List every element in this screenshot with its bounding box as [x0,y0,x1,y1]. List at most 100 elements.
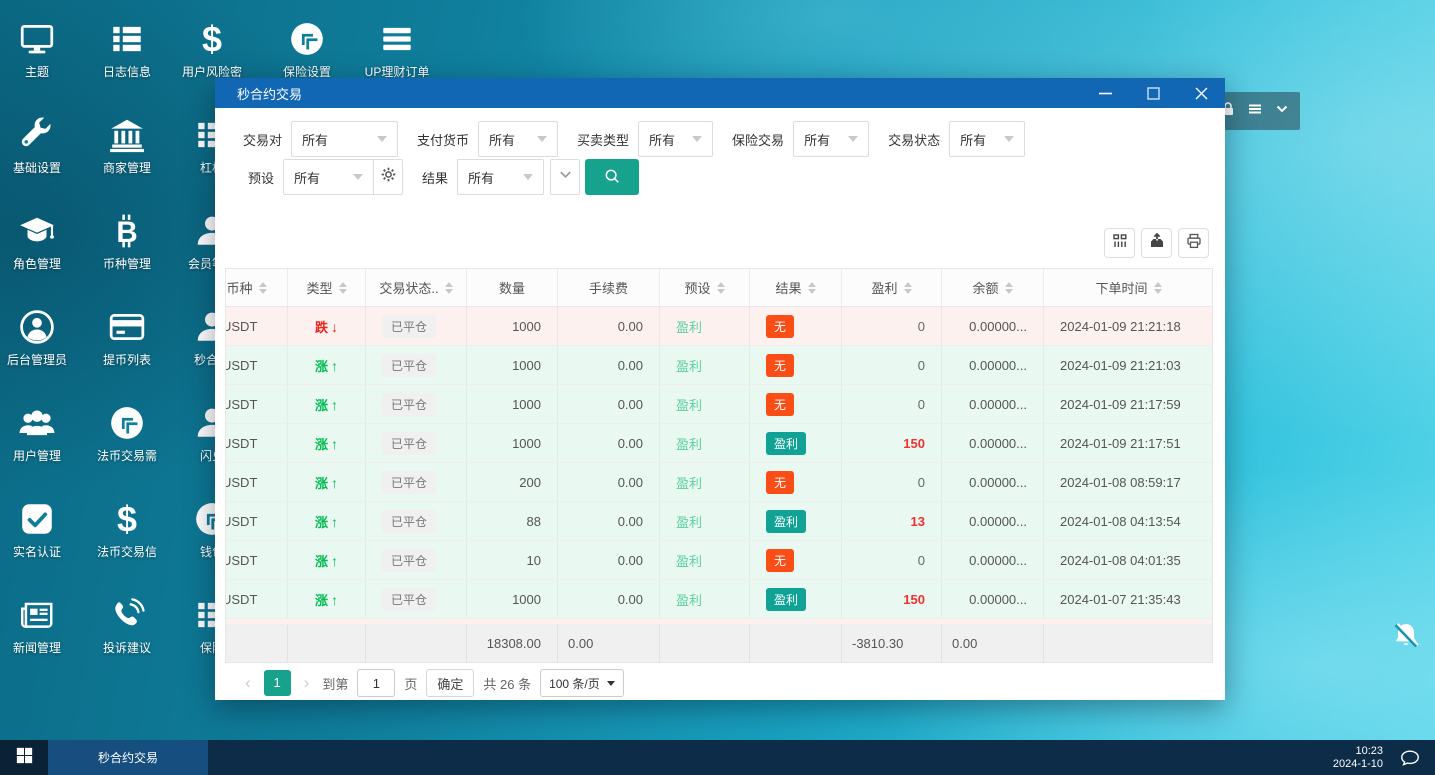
column-header-status[interactable]: 交易状态.. [366,269,467,306]
desktop-icon-法币交易信[interactable]: $ 法币交易信 [83,500,171,560]
desktop-icon-用户管理[interactable]: 用户管理 [0,404,81,464]
brand-circle-icon [108,404,146,442]
cell-time: 2024-01-09 21:17:51 [1044,424,1212,462]
search-button[interactable] [585,159,640,195]
desktop-icon-角色管理[interactable]: 角色管理 [0,212,81,272]
desktop-icon-label: 用户管理 [12,449,61,463]
close-button[interactable] [1177,78,1225,108]
filter-trade-pair: 交易对 所有 [243,121,399,157]
bell-muted-icon[interactable] [1390,620,1422,652]
desktop-icon-币种管理[interactable]: B 币种管理 [83,212,171,272]
page-size-select[interactable]: 100 条/页 [540,669,624,697]
column-header-preset[interactable]: 预设 [660,269,750,306]
svg-text:$: $ [202,20,222,58]
pay-currency-select[interactable]: 所有 [478,121,559,157]
page-input[interactable] [357,669,396,697]
caret-down-icon [523,174,534,180]
desktop-icon-保险设置[interactable]: 保险设置 [263,20,351,80]
trade-pair-select[interactable]: 所有 [291,121,399,157]
desktop-icon-商家管理[interactable]: 商家管理 [83,116,171,176]
desktop-icon-label: 日志信息 [102,65,151,79]
maximize-button[interactable] [1129,78,1177,108]
export-button[interactable] [1141,228,1172,258]
desktop-icon-UP理财订单[interactable]: UP理财订单 [353,20,441,80]
chat-bubble-icon[interactable] [1399,747,1421,769]
start-button[interactable] [0,740,48,775]
desktop-icon-实名认证[interactable]: 实名认证 [0,500,81,560]
result-badge: 盈利 [766,431,807,455]
print-button[interactable] [1178,228,1209,258]
desktop-icon-新闻管理[interactable]: 新闻管理 [0,596,81,656]
summary-qty: 18308.00 [467,625,558,662]
cell-time: 2024-01-08 04:13:54 [1044,502,1212,540]
summary-time [1044,625,1212,662]
caret-down-icon [377,136,388,142]
result-select[interactable]: 所有 [457,159,545,195]
seconds-contract-window: 秒合约交易 交易对 所有 支付货币 所有 买卖类型 所有 保险交易 所有 交易状… [215,78,1225,700]
confirm-page-button[interactable]: 确定 [426,669,475,697]
cell-type: 涨 ↑ [288,346,366,384]
desktop-icon-投诉建议[interactable]: 投诉建议 [83,596,171,656]
taskbar-date: 2024-1-10 [1332,757,1383,770]
prev-page-button[interactable]: ‹ [241,673,255,693]
columns-button[interactable] [1104,228,1135,258]
desktop-icon-基础设置[interactable]: 基础设置 [0,116,81,176]
windows-logo-icon [16,747,33,769]
table-body: USDT 跌 ↓ 已平仓 1000 0.00 盈利无 0 0.00000... 2024-01-0… [226,307,1212,619]
desktop-icon-label: 新闻管理 [12,641,61,655]
taskbar-app-seconds-contract[interactable]: 秒合约交易 [48,740,208,775]
brand-circle-icon [288,20,326,58]
cell-fee: 0.00 [558,580,660,618]
preset-select[interactable]: 所有 [283,159,375,195]
cell-result: 盈利 [750,502,842,540]
sort-icon [444,281,453,294]
result-badge: 无 [766,392,795,416]
desktop-icon-日志信息[interactable]: 日志信息 [83,20,171,80]
column-header-fee[interactable]: 手续费 [558,269,660,306]
next-page-button[interactable]: › [300,673,314,693]
gear-icon [380,166,397,188]
column-header-coin[interactable]: 币种 [226,269,288,306]
desktop-icon-用户风险密[interactable]: $ 用户风险密 [168,20,256,80]
caret-down-icon [1004,136,1015,142]
trade-status-select[interactable]: 所有 [949,121,1026,157]
expand-filters-button[interactable] [550,159,581,195]
result-badge: 无 [766,314,795,338]
arrow-up-icon: ↑ [331,396,338,413]
cell-preset: 盈利 [660,502,750,540]
page-button[interactable]: 1 [263,670,291,696]
cell-preset: 盈利 [660,424,750,462]
column-header-balance[interactable]: 余额 [942,269,1044,306]
taskbar-clock[interactable]: 10:23 2024-1-10 [1333,745,1383,771]
sort-icon [807,281,816,294]
status-badge: 已平仓 [382,353,437,377]
column-header-type[interactable]: 类型 [288,269,366,306]
cell-fee: 0.00 [558,424,660,462]
status-badge: 已平仓 [382,470,437,494]
column-header-result[interactable]: 结果 [750,269,842,306]
svg-text:$: $ [117,500,137,538]
window-title: 秒合约交易 [237,86,303,102]
desktop-icon-提币列表[interactable]: 提币列表 [83,308,171,368]
desktop-icon-主题[interactable]: 主题 [0,20,81,80]
desktop-icon-label: 主题 [24,65,49,79]
chevron-down-icon[interactable] [1274,101,1290,122]
cell-result: 盈利 [750,580,842,618]
cell-status: 已平仓 [366,346,467,384]
cell-profit: 0 [842,307,942,345]
buy-sell-type-select[interactable]: 所有 [638,121,714,157]
minimize-button[interactable] [1081,78,1129,108]
orders-table: 币种 类型 交易状态.. 数量 手续费 预设 结果 盈利 余额 下单时间 USDT 跌 ↓ 已平仓 100… [225,268,1213,663]
insurance-trade-select[interactable]: 所有 [793,121,870,157]
desktop-icon-法币交易需[interactable]: 法币交易需 [83,404,171,464]
column-header-time[interactable]: 下单时间 [1044,269,1212,306]
summary-profit: -3810.30 [842,625,942,662]
desktop-icon-后台管理员[interactable]: 后台管理员 [0,308,81,368]
total-count-label: 共 26 条 [483,676,532,692]
preset-settings-button[interactable] [373,159,404,195]
list-icon [108,20,146,58]
cell-result: 无 [750,346,842,384]
menu-icon[interactable] [1247,101,1263,122]
column-header-qty[interactable]: 数量 [467,269,558,306]
column-header-profit[interactable]: 盈利 [842,269,942,306]
